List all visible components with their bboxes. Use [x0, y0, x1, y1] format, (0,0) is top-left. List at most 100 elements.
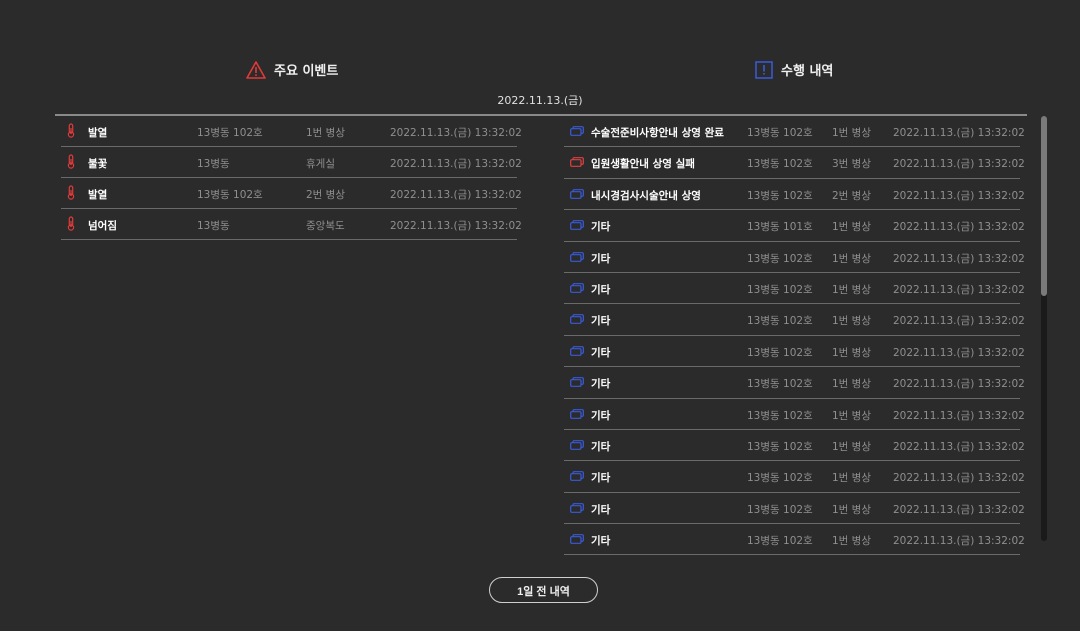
task-row[interactable]: 기타 13병동 102호 1번 병상 2022.11.13.(금) 13:32:02: [564, 524, 1025, 556]
task-name: 기타: [591, 221, 611, 234]
task-ward: 13병동 102호: [747, 252, 813, 265]
screen-icon: [570, 502, 584, 516]
task-bed: 1번 병상: [832, 472, 871, 485]
task-row[interactable]: 기타 13병동 102호 1번 병상 2022.11.13.(금) 13:32:02: [564, 367, 1025, 399]
task-bed: 1번 병상: [832, 221, 871, 234]
task-name: 기타: [591, 535, 611, 548]
screen-icon: [570, 471, 584, 484]
event-row[interactable]: 발열 13병동 102호 1번 병상 2022.11.13.(금) 13:32:02: [61, 116, 522, 147]
event-name: 발열: [88, 189, 108, 201]
task-ward: 13병동 102호: [747, 440, 813, 453]
task-bed: 1번 병상: [832, 127, 871, 139]
task-time: 2022.11.13.(금) 13:32:02: [893, 189, 1025, 202]
tasks-scrollbar[interactable]: [1041, 116, 1047, 541]
tasks-title: 수행 내역: [781, 64, 834, 79]
task-name: 기타: [591, 315, 611, 328]
task-ward: 13병동 102호: [747, 346, 813, 359]
event-ward: 13병동 102호: [197, 127, 263, 139]
event-location: 2번 병상: [306, 189, 345, 201]
event-location: 휴게실: [306, 158, 335, 170]
task-ward: 13병동 102호: [747, 283, 813, 296]
event-ward: 13병동 102호: [197, 189, 263, 201]
task-row[interactable]: 기타 13병동 102호 1번 병상 2022.11.13.(금) 13:32:02: [564, 242, 1025, 273]
task-time: 2022.11.13.(금) 13:32:02: [893, 409, 1025, 422]
screen-icon: [570, 283, 584, 296]
task-name: 입원생활안내 상영 실패: [591, 158, 695, 171]
task-ward: 13병동 102호: [747, 315, 813, 328]
event-row[interactable]: 발열 13병동 102호 2번 병상 2022.11.13.(금) 13:32:02: [61, 178, 522, 209]
task-row[interactable]: 기타 13병동 102호 1번 병상 2022.11.13.(금) 13:32:02: [564, 336, 1025, 368]
task-name: 내시경검사시술안내 상영: [591, 189, 701, 202]
task-time: 2022.11.13.(금) 13:32:02: [893, 346, 1025, 359]
task-bed: 1번 병상: [832, 535, 871, 548]
current-date: 2022.11.13.(금): [497, 94, 583, 107]
event-time: 2022.11.13.(금) 13:32:02: [390, 220, 522, 232]
task-time: 2022.11.13.(금) 13:32:02: [893, 378, 1025, 391]
task-row[interactable]: 수술전준비사항안내 상영 완료 13병동 102호 1번 병상 2022.11.13.…: [564, 116, 1025, 148]
tasks-list: 수술전준비사항안내 상영 완료 13병동 102호 1번 병상 2022.11.13.…: [564, 116, 1025, 556]
task-row[interactable]: 기타 13병동 102호 1번 병상 2022.11.13.(금) 13:32:02: [564, 399, 1025, 430]
task-row[interactable]: 기타 13병동 101호 1번 병상 2022.11.13.(금) 13:32:02: [564, 210, 1025, 242]
screen-icon: [570, 251, 584, 265]
task-name: 기타: [591, 472, 611, 485]
task-time: 2022.11.13.(금) 13:32:02: [893, 221, 1025, 234]
task-ward: 13병동 102호: [747, 189, 813, 202]
task-ward: 13병동 101호: [747, 221, 813, 234]
task-row[interactable]: 기타 13병동 102호 1번 병상 2022.11.13.(금) 13:32:02: [564, 304, 1025, 336]
event-row[interactable]: 불꽃 13병동 휴게실 2022.11.13.(금) 13:32:02: [61, 147, 522, 178]
task-bed: 2번 병상: [832, 189, 871, 202]
task-name: 기타: [591, 503, 611, 516]
task-time: 2022.11.13.(금) 13:32:02: [893, 503, 1025, 516]
task-row[interactable]: 기타 13병동 102호 1번 병상 2022.11.13.(금) 13:32:02: [564, 461, 1025, 493]
task-row[interactable]: 기타 13병동 102호 1번 병상 2022.11.13.(금) 13:32:02: [564, 273, 1025, 305]
task-bed: 1번 병상: [832, 315, 871, 328]
task-time: 2022.11.13.(금) 13:32:02: [893, 472, 1025, 485]
task-ward: 13병동 102호: [747, 472, 813, 485]
events-list: 발열 13병동 102호 1번 병상 2022.11.13.(금) 13:32:02 불…: [61, 116, 522, 240]
thermometer-icon: [67, 123, 75, 141]
event-time: 2022.11.13.(금) 13:32:02: [390, 158, 522, 170]
screen-icon: [570, 408, 584, 422]
screen-icon: [570, 377, 584, 390]
task-name: 기타: [591, 346, 611, 359]
screen-icon: [570, 345, 584, 359]
task-row[interactable]: 입원생활안내 상영 실패 13병동 102호 3번 병상 2022.11.13.(금)…: [564, 147, 1025, 179]
event-name: 넘어짐: [88, 220, 117, 232]
screen-icon: [570, 534, 584, 547]
task-time: 2022.11.13.(금) 13:32:02: [893, 252, 1025, 265]
task-name: 수술전준비사항안내 상영 완료: [591, 127, 724, 139]
event-location: 중앙복도: [306, 220, 345, 232]
thermometer-icon: [67, 154, 75, 172]
previous-day-history-button[interactable]: 1일 전 내역: [489, 577, 598, 603]
screen-icon: [570, 126, 584, 139]
event-row[interactable]: 넘어짐 13병동 중앙복도 2022.11.13.(금) 13:32:02: [61, 209, 522, 240]
task-row[interactable]: 내시경검사시술안내 상영 13병동 102호 2번 병상 2022.11.13.(금)…: [564, 179, 1025, 211]
scrollbar-thumb[interactable]: [1041, 116, 1047, 296]
task-bed: 1번 병상: [832, 409, 871, 422]
events-title: 주요 이벤트: [274, 64, 339, 79]
task-time: 2022.11.13.(금) 13:32:02: [893, 158, 1025, 171]
task-name: 기타: [591, 440, 611, 453]
task-time: 2022.11.13.(금) 13:32:02: [893, 127, 1025, 139]
task-name: 기타: [591, 378, 611, 391]
task-bed: 1번 병상: [832, 283, 871, 296]
task-row[interactable]: 기타 13병동 102호 1번 병상 2022.11.13.(금) 13:32:02: [564, 430, 1025, 462]
task-ward: 13병동 102호: [747, 127, 813, 139]
task-ward: 13병동 102호: [747, 158, 813, 171]
thermometer-icon: [67, 216, 75, 234]
task-ward: 13병동 102호: [747, 503, 813, 516]
task-bed: 1번 병상: [832, 346, 871, 359]
screen-icon: [570, 314, 584, 327]
task-bed: 3번 병상: [832, 158, 871, 171]
event-name: 발열: [88, 127, 108, 139]
event-time: 2022.11.13.(금) 13:32:02: [390, 189, 522, 201]
screen-icon: [570, 440, 584, 453]
screen-fail-icon: [570, 157, 584, 170]
task-ward: 13병동 102호: [747, 535, 813, 548]
task-row[interactable]: 기타 13병동 102호 1번 병상 2022.11.13.(금) 13:32:02: [564, 493, 1025, 525]
task-time: 2022.11.13.(금) 13:32:02: [893, 283, 1025, 296]
warning-triangle-icon: [246, 60, 266, 79]
task-ward: 13병동 102호: [747, 409, 813, 422]
events-header: 주요 이벤트: [246, 60, 338, 79]
event-name: 불꽃: [88, 158, 108, 170]
